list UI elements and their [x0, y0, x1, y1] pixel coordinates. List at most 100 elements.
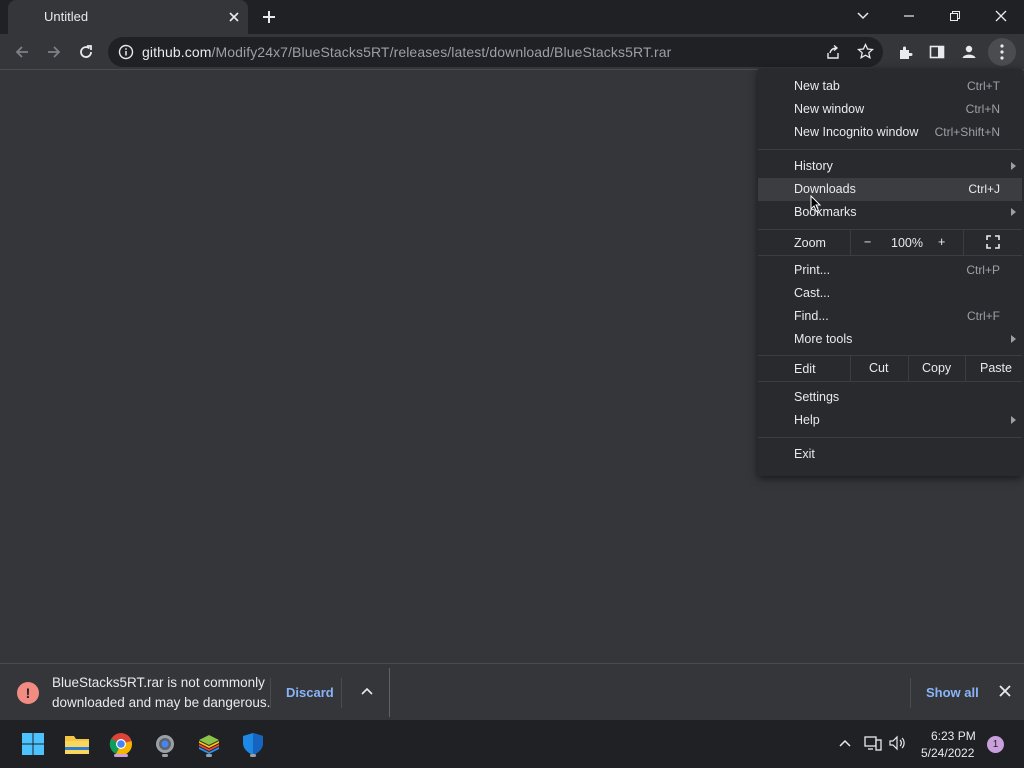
menu-item-cast[interactable]: Cast... [758, 282, 1022, 305]
menu-item-shortcut: Ctrl+Shift+N [934, 125, 1000, 139]
menu-item-new-window[interactable]: New window Ctrl+N [758, 98, 1022, 121]
windows-start-icon[interactable] [17, 728, 49, 760]
running-app-indicator [206, 754, 212, 757]
chevron-up-icon[interactable] [360, 685, 374, 699]
divider [270, 678, 271, 708]
browser-tab[interactable]: Untitled [8, 0, 248, 34]
edit-row: Edit Cut Copy Paste [758, 356, 1022, 381]
close-download-bar-icon[interactable] [998, 684, 1012, 703]
browser-menu: New tab Ctrl+T New window Ctrl+N New Inc… [758, 69, 1022, 476]
close-tab-icon[interactable] [225, 8, 243, 26]
menu-item-label: More tools [794, 332, 853, 346]
download-bar: ! BlueStacks5RT.rar is not commonly down… [0, 663, 1024, 720]
site-info-icon[interactable] [118, 44, 134, 65]
submenu-arrow-icon [1011, 208, 1016, 216]
menu-item-downloads[interactable]: Downloads Ctrl+J [758, 178, 1022, 201]
file-explorer-icon[interactable] [61, 728, 93, 760]
bookmark-star-icon[interactable] [856, 42, 875, 65]
zoom-row: Zoom − 100% + [758, 230, 1022, 255]
browser-menu-icon[interactable] [988, 38, 1016, 66]
windows-taskbar: 6:23 PM 5/24/2022 1 [0, 720, 1024, 768]
new-tab-icon[interactable] [258, 6, 280, 28]
back-icon[interactable] [8, 38, 36, 66]
menu-item-bookmarks[interactable]: Bookmarks [758, 201, 1022, 224]
menu-separator [758, 381, 1022, 382]
discard-button[interactable]: Discard [286, 685, 334, 700]
zoom-out-button[interactable]: − [864, 235, 874, 249]
menu-item-label: Downloads [794, 182, 856, 196]
divider [341, 678, 342, 708]
chrome-icon[interactable] [105, 728, 137, 760]
copy-button[interactable]: Copy [922, 361, 951, 375]
menu-item-label: History [794, 159, 833, 173]
menu-item-new-tab[interactable]: New tab Ctrl+T [758, 75, 1022, 98]
profile-icon[interactable] [955, 38, 983, 66]
minimize-icon[interactable] [886, 0, 932, 32]
divider [910, 678, 911, 708]
paste-button[interactable]: Paste [980, 361, 1012, 375]
mouse-cursor-icon [810, 194, 822, 218]
zoom-label: Zoom [794, 236, 826, 250]
menu-item-label: Help [794, 413, 820, 427]
menu-item-history[interactable]: History [758, 155, 1022, 178]
settings-gear-icon[interactable] [149, 728, 181, 760]
menu-item-new-incognito-window[interactable]: New Incognito window Ctrl+Shift+N [758, 121, 1022, 144]
tab-strip: Untitled [0, 0, 1024, 34]
menu-item-more-tools[interactable]: More tools [758, 328, 1022, 351]
running-app-indicator [250, 754, 256, 757]
divider [965, 356, 966, 381]
menu-separator [758, 255, 1022, 256]
warning-icon: ! [17, 682, 39, 704]
menu-item-find[interactable]: Find... Ctrl+F [758, 305, 1022, 328]
divider [908, 356, 909, 381]
menu-item-shortcut: Ctrl+P [966, 263, 1000, 277]
menu-item-label: New tab [794, 79, 840, 93]
address-bar[interactable]: github.com/Modify24x7/BlueStacks5RT/rele… [108, 37, 883, 67]
restore-icon[interactable] [932, 0, 978, 32]
zoom-level: 100% [891, 236, 923, 250]
running-app-indicator [162, 754, 168, 757]
edit-label: Edit [794, 362, 816, 376]
clock-time[interactable]: 6:23 PM [931, 729, 976, 743]
menu-item-label: New window [794, 102, 865, 116]
divider [389, 668, 390, 717]
chevron-up-icon[interactable] [838, 736, 852, 755]
menu-item-shortcut: Ctrl+J [968, 182, 1000, 196]
menu-item-print[interactable]: Print... Ctrl+P [758, 259, 1022, 282]
download-warning-line1: BlueStacks5RT.rar is not commonly [52, 675, 265, 690]
menu-item-label: Settings [794, 390, 840, 404]
menu-item-label: Find... [794, 309, 829, 323]
zoom-in-button[interactable]: + [938, 235, 945, 249]
notification-badge[interactable]: 1 [987, 736, 1004, 753]
share-icon[interactable] [825, 44, 841, 65]
forward-icon[interactable] [40, 38, 68, 66]
menu-item-label: Bookmarks [794, 205, 857, 219]
menu-item-help[interactable]: Help [758, 409, 1022, 432]
submenu-arrow-icon [1011, 162, 1016, 170]
extensions-icon[interactable] [892, 38, 920, 66]
cut-button[interactable]: Cut [869, 361, 888, 375]
url-text[interactable]: github.com/Modify24x7/BlueStacks5RT/rele… [142, 44, 671, 60]
menu-item-settings[interactable]: Settings [758, 386, 1022, 409]
reload-icon[interactable] [72, 38, 100, 66]
windows-security-icon[interactable] [237, 728, 269, 760]
fullscreen-icon[interactable] [986, 235, 1000, 254]
bluestacks-icon[interactable] [193, 728, 225, 760]
side-panel-icon[interactable] [923, 38, 951, 66]
url-host: github.com [142, 44, 212, 60]
clock-date[interactable]: 5/24/2022 [921, 746, 974, 760]
divider [963, 230, 964, 255]
tab-search-icon[interactable] [840, 0, 886, 32]
divider [850, 356, 851, 381]
download-warning-line2: downloaded and may be dangerous. [52, 695, 271, 710]
menu-item-label: New Incognito window [794, 125, 919, 139]
menu-item-shortcut: Ctrl+T [967, 79, 1000, 93]
menu-item-shortcut: Ctrl+F [967, 309, 1000, 323]
menu-item-label: Print... [794, 263, 831, 277]
divider [850, 230, 851, 255]
network-icon[interactable] [864, 735, 882, 756]
volume-icon[interactable] [889, 735, 907, 756]
menu-item-exit[interactable]: Exit [758, 443, 1022, 466]
show-all-button[interactable]: Show all [926, 685, 979, 700]
close-window-icon[interactable] [978, 0, 1024, 32]
